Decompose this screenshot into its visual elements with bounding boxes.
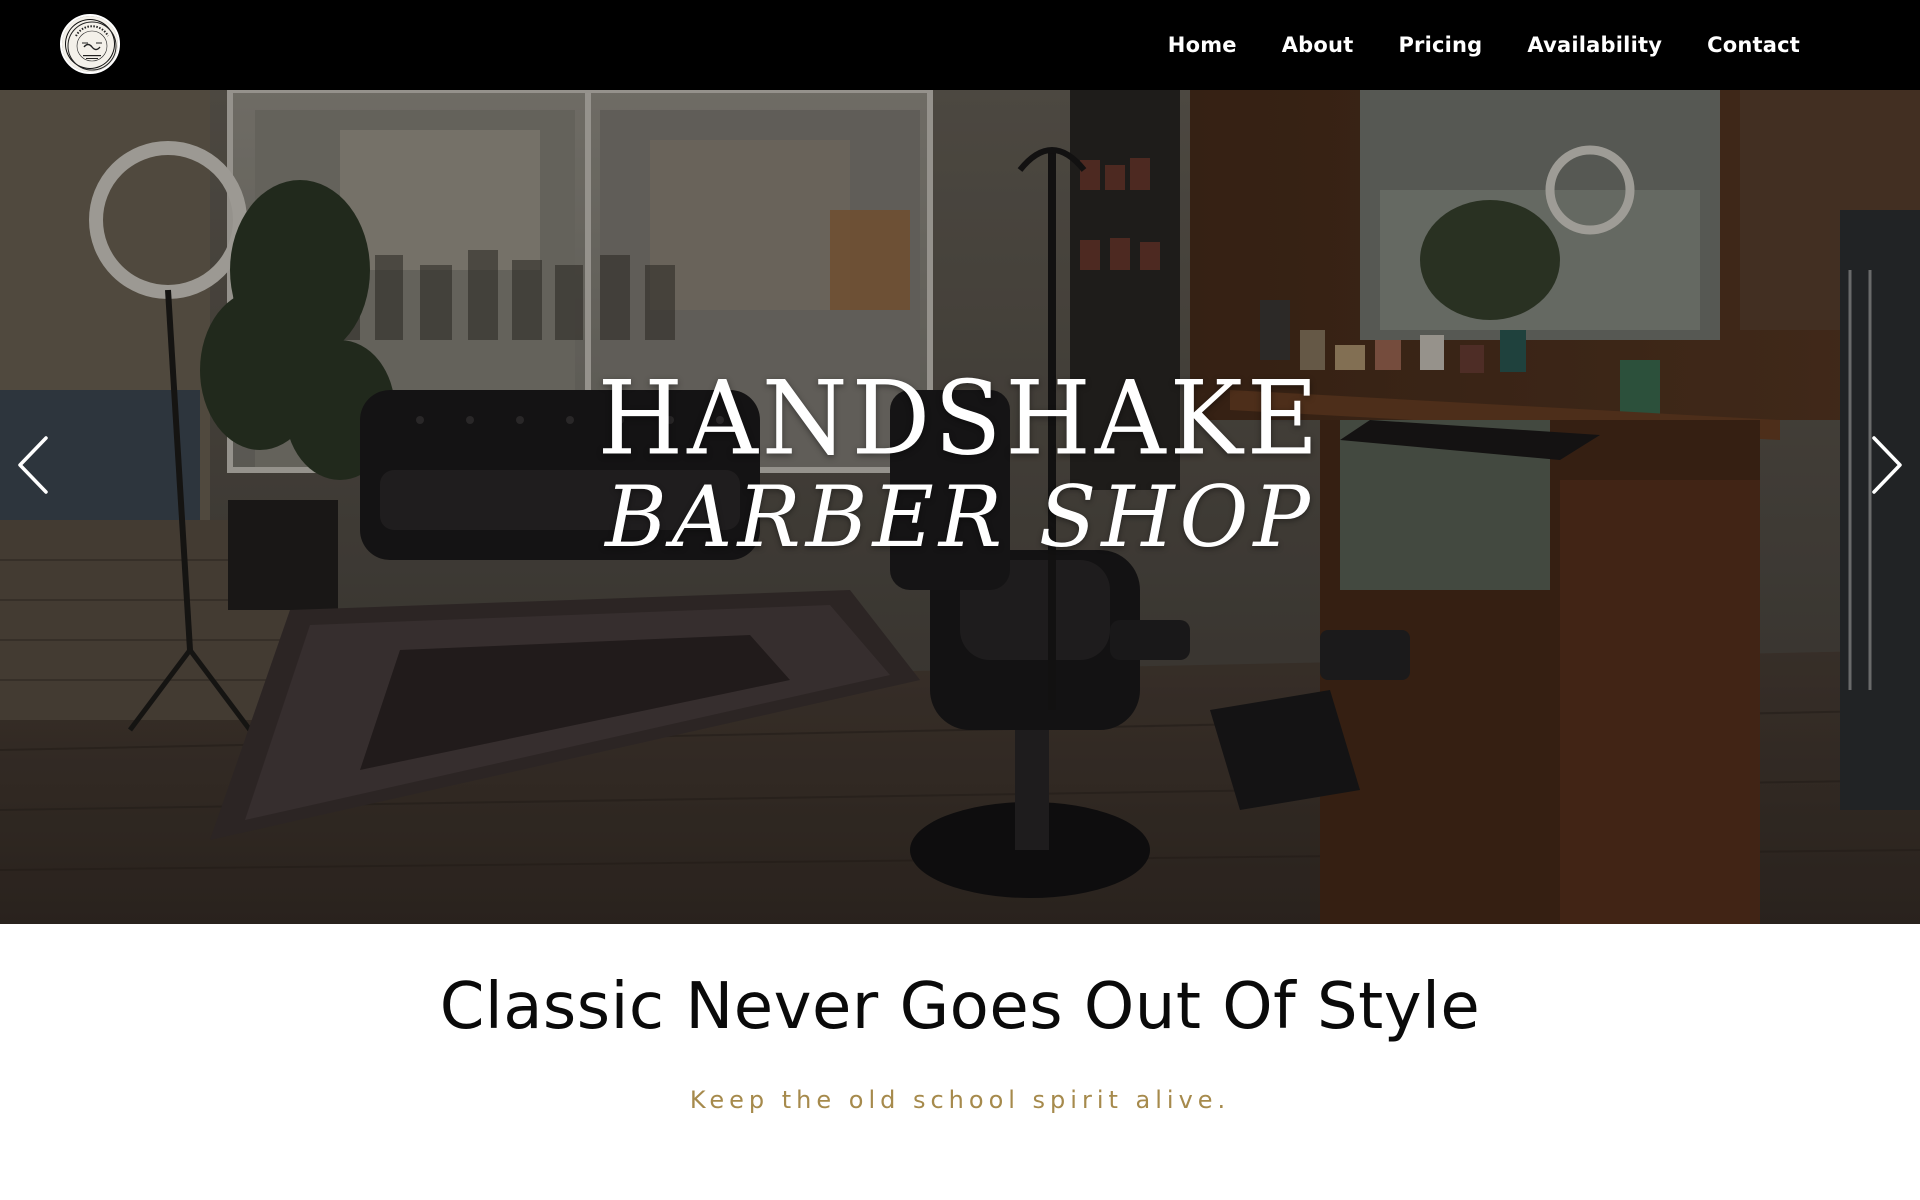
slideshow-prev-button[interactable] <box>8 430 58 500</box>
slideshow-next-button[interactable] <box>1862 430 1912 500</box>
brand-logo[interactable] <box>60 14 120 74</box>
top-navigation-bar: Home About Pricing Availability Contact <box>0 0 1920 90</box>
section-headline: Classic Never Goes Out Of Style <box>439 970 1481 1044</box>
nav-link-availability[interactable]: Availability <box>1527 33 1662 57</box>
hero-slideshow: HANDSHAKE BARBER SHOP <box>0 90 1920 924</box>
section-tagline: Keep the old school spirit alive. <box>689 1086 1231 1114</box>
hero-brand-title: HANDSHAKE <box>597 359 1323 479</box>
main-menu: Home About Pricing Availability Contact <box>1123 0 1800 90</box>
nav-link-pricing[interactable]: Pricing <box>1398 33 1482 57</box>
hero-brand-subtitle: BARBER SHOP <box>605 468 1315 566</box>
barbershop-seal-logo-icon <box>67 21 117 71</box>
nav-link-about[interactable]: About <box>1282 33 1354 57</box>
nav-link-contact[interactable]: Contact <box>1707 33 1800 57</box>
chevron-right-icon <box>1872 436 1902 494</box>
chevron-left-icon <box>18 436 48 494</box>
nav-link-home[interactable]: Home <box>1168 33 1237 57</box>
